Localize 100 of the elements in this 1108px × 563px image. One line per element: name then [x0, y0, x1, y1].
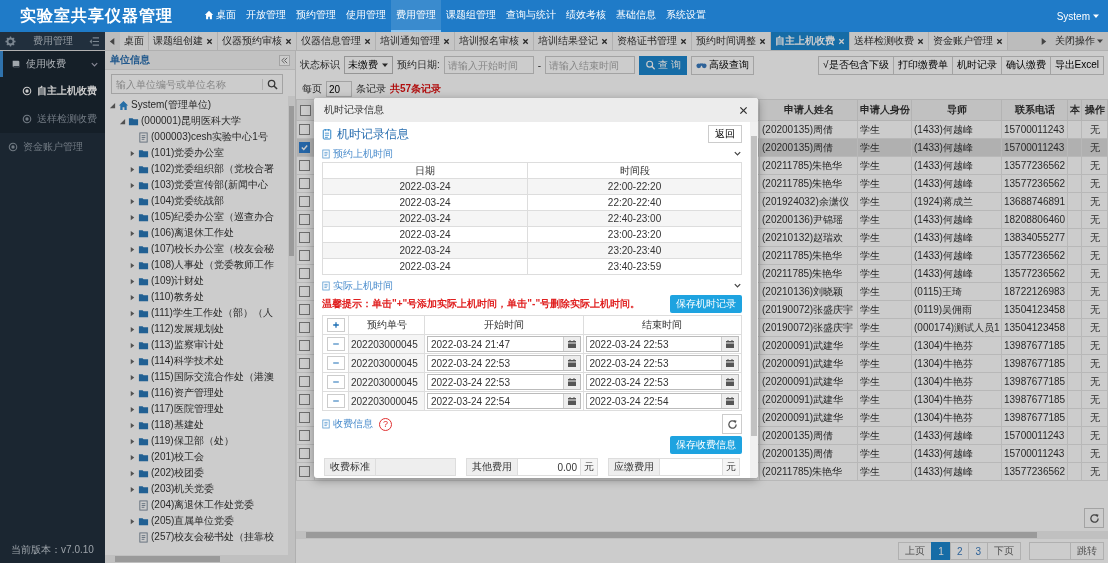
end-time-field[interactable]: 2022-03-24 22:53 [585, 374, 739, 390]
row-checkbox[interactable] [299, 232, 310, 244]
collapse-icon[interactable] [279, 54, 290, 66]
page-number-field[interactable] [1029, 542, 1071, 560]
nav-menu-item[interactable]: 系统设置 [661, 0, 711, 32]
nav-menu-item[interactable]: 绩效考核 [561, 0, 611, 32]
menu-icon[interactable] [89, 36, 100, 46]
calendar-icon[interactable] [721, 394, 738, 408]
row-checkbox[interactable] [299, 160, 310, 172]
toolbar-button[interactable]: 机时记录 [951, 55, 1002, 75]
page-button[interactable]: 2 [949, 542, 970, 560]
horizontal-scrollbar[interactable] [105, 555, 295, 563]
toolbar-button[interactable]: 打印缴费单 [892, 55, 953, 75]
tab[interactable]: 培训结果登记 [534, 32, 613, 50]
end-time-field[interactable]: 2022-03-24 22:53 [585, 355, 739, 371]
tab[interactable]: 预约时间调整 [692, 32, 771, 50]
back-button[interactable]: 返回 [708, 125, 742, 143]
toolbar-button[interactable]: 确认缴费 [1000, 55, 1051, 75]
close-icon[interactable] [206, 37, 213, 45]
select-all-checkbox[interactable] [300, 104, 311, 116]
tab[interactable]: 培训通知管理 [376, 32, 455, 50]
calendar-icon[interactable] [721, 356, 738, 370]
tree-item[interactable]: (257)校友会秘书处（挂靠校 [129, 529, 275, 545]
row-checkbox[interactable] [299, 250, 310, 262]
nav-menu-item[interactable]: 课题组管理 [441, 0, 501, 32]
row-checkbox[interactable] [299, 394, 310, 406]
close-icon[interactable] [364, 37, 371, 45]
caret-right-icon[interactable] [129, 309, 136, 317]
close-icon[interactable] [739, 105, 748, 115]
close-icon[interactable] [996, 37, 1003, 45]
row-checkbox[interactable] [299, 376, 310, 388]
tab[interactable]: 资格证书管理 [613, 32, 692, 50]
tree-item[interactable]: System(管理单位) [109, 97, 211, 113]
close-icon[interactable] [917, 37, 924, 45]
caret-down-icon[interactable] [119, 117, 126, 125]
close-icon[interactable] [285, 37, 292, 45]
tree-item[interactable]: (106)离退休工作处 [129, 225, 235, 241]
caret-right-icon[interactable] [129, 293, 136, 301]
caret-right-icon[interactable] [129, 373, 136, 381]
row-checkbox[interactable] [299, 466, 310, 478]
nav-menu-item[interactable]: 开放管理 [241, 0, 291, 32]
caret-right-icon[interactable] [129, 485, 136, 493]
caret-right-icon[interactable] [129, 437, 136, 445]
chevron-down-icon[interactable] [733, 281, 742, 290]
caret-right-icon[interactable] [129, 405, 136, 413]
vertical-scrollbar[interactable] [288, 96, 295, 555]
caret-right-icon[interactable] [129, 453, 136, 461]
horizontal-scrollbar[interactable] [296, 531, 1108, 539]
tree-item[interactable]: (104)党委统战部 [129, 193, 225, 209]
add-row-button[interactable] [326, 318, 345, 332]
tree-item[interactable]: (105)纪委办公室（巡查办合 [129, 209, 275, 225]
calendar-icon[interactable] [562, 375, 580, 389]
start-time-field[interactable]: 2022-03-24 21:47 [427, 336, 581, 352]
tab[interactable]: 培训报名审核 [455, 32, 534, 50]
nav-menu-item[interactable]: 桌面 [199, 0, 241, 32]
scroll-right-icon[interactable] [1039, 36, 1048, 46]
start-time-field[interactable]: 2022-03-24 22:54 [427, 393, 581, 409]
tree-item[interactable]: (114)科学技术处 [129, 353, 224, 369]
tab[interactable]: 资金账户管理 [929, 32, 1008, 50]
tree-item[interactable]: (205)直属单位党委 [129, 513, 235, 529]
close-icon[interactable] [601, 37, 608, 45]
caret-right-icon[interactable] [129, 197, 136, 205]
tree-item[interactable]: (101)党委办公室 [129, 145, 225, 161]
caret-right-icon[interactable] [129, 229, 136, 237]
end-date-field[interactable]: 请输入结束时间 [545, 56, 636, 74]
close-icon[interactable] [759, 37, 766, 45]
scroll-left-icon[interactable] [108, 36, 117, 46]
start-time-field[interactable]: 2022-03-24 22:53 [427, 374, 581, 390]
toolbar-button[interactable]: 导出Excel [1049, 55, 1104, 75]
start-time-field[interactable]: 2022-03-24 22:53 [427, 355, 581, 371]
tree-item[interactable]: (113)监察审计处 [129, 337, 224, 353]
user-menu[interactable]: System [1056, 10, 1100, 22]
row-checkbox[interactable] [299, 430, 310, 442]
tree-item[interactable]: (201)校工会 [129, 449, 205, 465]
page-button[interactable]: 3 [968, 542, 988, 560]
tree-item[interactable]: (119)保卫部（处） [129, 433, 234, 449]
tree-item[interactable]: (204)离退休工作处党委 [129, 497, 255, 513]
row-checkbox[interactable] [299, 448, 310, 460]
tab[interactable]: 仪器信息管理 [297, 32, 376, 50]
tree-item[interactable]: (117)医院管理处 [129, 401, 224, 417]
row-checkbox[interactable] [299, 304, 310, 316]
tree-item[interactable]: (116)资产管理处 [129, 385, 224, 401]
advanced-search-button[interactable]: 高级查询 [690, 55, 754, 75]
calendar-icon[interactable] [562, 394, 580, 408]
tree-item[interactable]: (111)学生工作处（部）（人 [129, 305, 273, 321]
close-icon[interactable] [522, 37, 529, 45]
close-icon[interactable] [443, 37, 450, 45]
nav-menu-item[interactable]: 预约管理 [291, 0, 341, 32]
sidebar-item[interactable]: 送样检测收费 [0, 105, 105, 133]
caret-right-icon[interactable] [129, 421, 136, 429]
tree-item[interactable]: (202)校团委 [129, 465, 205, 481]
jump-button[interactable]: 跳转 [1070, 542, 1104, 560]
close-icon[interactable] [680, 37, 687, 45]
chevron-down-icon[interactable] [733, 149, 742, 158]
row-checkbox[interactable] [299, 214, 310, 226]
caret-right-icon[interactable] [129, 213, 136, 221]
nav-menu-item[interactable]: 使用管理 [341, 0, 391, 32]
tab[interactable]: 课题组创建 [149, 32, 218, 50]
calendar-icon[interactable] [562, 337, 580, 351]
caret-right-icon[interactable] [129, 325, 136, 333]
